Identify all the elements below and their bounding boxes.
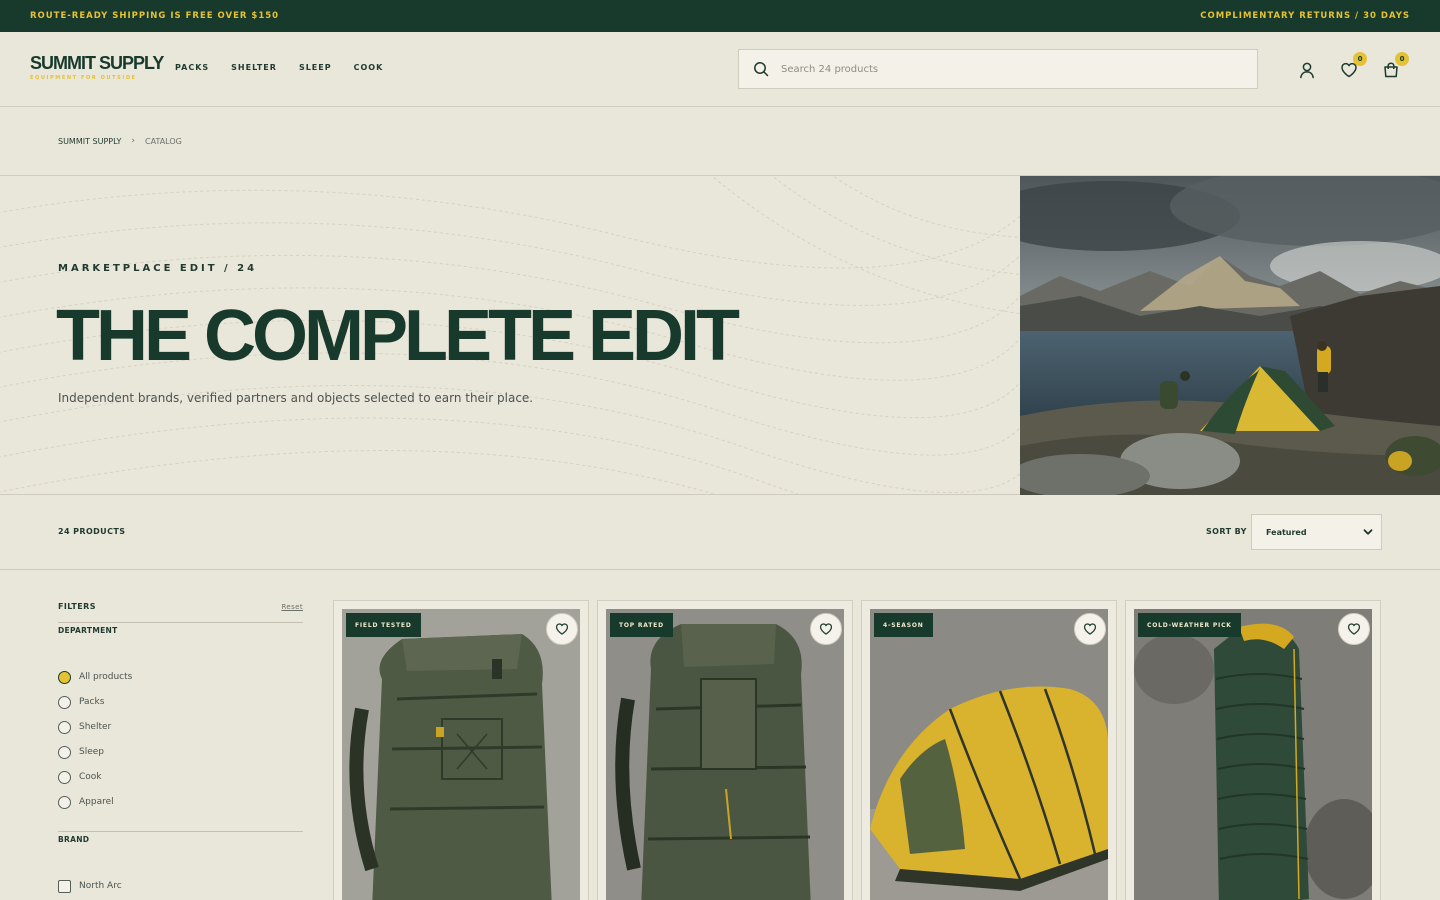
nav-sleep[interactable]: SLEEP <box>299 63 332 72</box>
product-card[interactable]: 4-SEASON <box>861 600 1117 900</box>
hero-eyebrow: MARKETPLACE EDIT / 24 <box>58 263 258 274</box>
department-label: Cook <box>79 772 102 782</box>
department-option-all[interactable]: All products <box>58 670 303 684</box>
brand-options: North Arc <box>58 879 303 893</box>
breadcrumb-home[interactable]: SUMMIT SUPPLY <box>58 137 121 146</box>
department-option-packs[interactable]: Packs <box>58 695 303 709</box>
main-nav: PACKS SHELTER SLEEP COOK <box>175 63 383 72</box>
heart-icon <box>819 623 833 635</box>
radio[interactable] <box>58 795 71 809</box>
catalog-toolbar: 24 PRODUCTS SORT BY Featured <box>0 495 1440 570</box>
logo-tagline: EQUIPMENT FOR OUTSIDE <box>30 75 137 81</box>
filters-sidebar: FILTERS Reset DEPARTMENT All products Pa… <box>58 590 303 893</box>
add-to-wishlist-button[interactable] <box>810 613 842 645</box>
product-image-backpack[interactable] <box>342 609 580 900</box>
search-input[interactable] <box>781 63 1221 75</box>
product-badge: COLD-WEATHER PICK <box>1138 613 1241 637</box>
department-label: Sleep <box>79 747 105 757</box>
department-option-cook[interactable]: Cook <box>58 770 303 784</box>
add-to-wishlist-button[interactable] <box>1338 613 1370 645</box>
radio[interactable] <box>58 720 71 734</box>
department-option-shelter[interactable]: Shelter <box>58 720 303 734</box>
site-header: SUMMIT SUPPLY EQUIPMENT FOR OUTSIDE PACK… <box>0 32 1440 107</box>
product-image-tent[interactable] <box>870 609 1108 900</box>
radio-selected[interactable] <box>58 670 71 684</box>
department-option-sleep[interactable]: Sleep <box>58 745 303 759</box>
reset-filters-link[interactable]: Reset <box>281 603 303 611</box>
department-section-title: DEPARTMENT <box>58 622 303 635</box>
filters-title: FILTERS <box>58 602 96 611</box>
product-badge: TOP RATED <box>610 613 673 637</box>
heart-icon <box>1347 623 1361 635</box>
breadcrumb: SUMMIT SUPPLY › CATALOG <box>58 136 182 146</box>
search-bar[interactable] <box>738 49 1258 89</box>
brand-label: North Arc <box>79 881 122 891</box>
sort-label: SORT BY <box>1206 527 1247 536</box>
chevron-right-icon: › <box>131 136 135 146</box>
nav-packs[interactable]: PACKS <box>175 63 209 72</box>
department-label: Packs <box>79 697 105 707</box>
user-icon <box>1300 62 1314 79</box>
product-badge: FIELD TESTED <box>346 613 421 637</box>
department-option-apparel[interactable]: Apparel <box>58 795 303 809</box>
product-card[interactable]: COLD-WEATHER PICK <box>1125 600 1381 900</box>
product-image-sleeping-bag[interactable] <box>1134 609 1372 900</box>
add-to-wishlist-button[interactable] <box>1074 613 1106 645</box>
heart-icon <box>1083 623 1097 635</box>
logo-name: SUMMIT SUPPLY <box>30 53 164 73</box>
sort-value: Featured <box>1266 527 1307 537</box>
promo-bar: ROUTE-READY SHIPPING IS FREE OVER $150 C… <box>0 0 1440 32</box>
filters-header: FILTERS Reset <box>58 590 303 622</box>
brand-section-title: BRAND <box>58 831 303 844</box>
nav-shelter[interactable]: SHELTER <box>231 63 277 72</box>
product-image-backpack[interactable] <box>606 609 844 900</box>
promo-returns: COMPLIMENTARY RETURNS / 30 DAYS <box>1200 11 1410 21</box>
product-card[interactable]: TOP RATED <box>597 600 853 900</box>
chevron-down-icon <box>1363 529 1373 535</box>
promo-shipping: ROUTE-READY SHIPPING IS FREE OVER $150 <box>30 11 280 21</box>
sort-select[interactable]: Featured <box>1251 514 1382 550</box>
hero-banner: MARKETPLACE EDIT / 24 THE COMPLETE EDIT … <box>0 175 1440 495</box>
product-badge: 4-SEASON <box>874 613 933 637</box>
department-label: Shelter <box>79 722 112 732</box>
cart-count-badge: 0 <box>1395 52 1409 66</box>
search-icon <box>754 62 769 77</box>
logo[interactable]: SUMMIT SUPPLY EQUIPMENT FOR OUTSIDE <box>30 53 164 81</box>
wishlist-count-badge: 0 <box>1353 52 1367 66</box>
product-count: 24 PRODUCTS <box>58 527 126 536</box>
page-title: THE COMPLETE EDIT <box>56 296 740 376</box>
add-to-wishlist-button[interactable] <box>546 613 578 645</box>
wishlist-button[interactable]: 0 <box>1338 52 1367 81</box>
heart-icon <box>555 623 569 635</box>
product-card[interactable]: FIELD TESTED <box>333 600 589 900</box>
breadcrumb-current: CATALOG <box>145 136 182 146</box>
account-button[interactable] <box>1296 59 1318 81</box>
brand-option-north-arc[interactable]: North Arc <box>58 879 303 893</box>
hero-subtitle: Independent brands, verified partners an… <box>58 391 534 405</box>
radio[interactable] <box>58 770 71 784</box>
radio[interactable] <box>58 695 71 709</box>
hero-image-mountain-camp <box>1020 176 1440 495</box>
nav-cook[interactable]: COOK <box>354 63 384 72</box>
department-label: All products <box>79 672 133 682</box>
cart-button[interactable]: 0 <box>1380 52 1409 81</box>
hero-content: MARKETPLACE EDIT / 24 THE COMPLETE EDIT … <box>0 176 1020 495</box>
radio[interactable] <box>58 745 71 759</box>
checkbox[interactable] <box>58 879 71 893</box>
department-options: All products Packs Shelter Sleep Cook Ap… <box>58 670 303 809</box>
department-label: Apparel <box>79 797 114 807</box>
